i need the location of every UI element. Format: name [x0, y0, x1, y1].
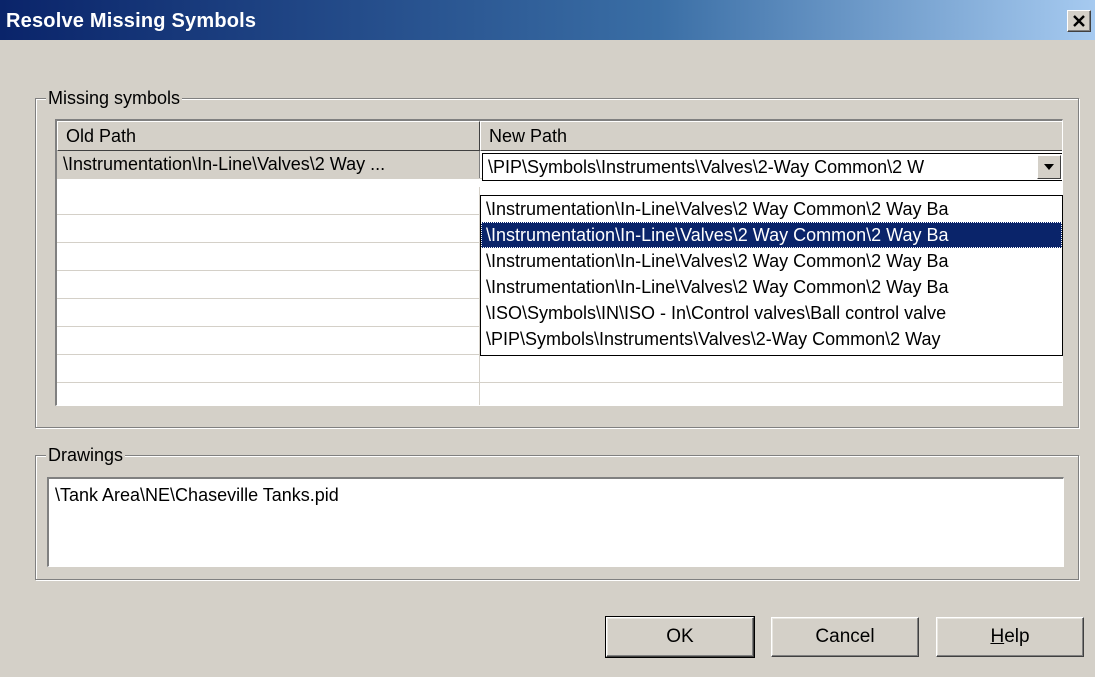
column-header-old-path[interactable]: Old Path: [57, 121, 480, 151]
title-bar: Resolve Missing Symbols: [0, 0, 1095, 40]
chevron-down-icon: [1044, 164, 1054, 170]
new-path-cell[interactable]: [480, 355, 1062, 382]
old-path-cell[interactable]: [57, 215, 480, 242]
dropdown-option[interactable]: \ISO\Symbols\IN\ISO - In\Control valves\…: [481, 300, 1062, 326]
ok-button-label: OK: [666, 626, 694, 647]
new-path-cell[interactable]: [480, 383, 1062, 405]
help-label-rest: elp: [1004, 626, 1030, 647]
dropdown-option[interactable]: \Instrumentation\In-Line\Valves\2 Way Co…: [481, 196, 1062, 222]
help-button[interactable]: Help: [936, 617, 1084, 657]
combobox-dropdown-button[interactable]: [1037, 155, 1061, 179]
cancel-button-label: Cancel: [815, 626, 875, 647]
new-path-combobox[interactable]: \PIP\Symbols\Instruments\Valves\2-Way Co…: [482, 153, 1062, 181]
drawings-list[interactable]: \Tank Area\NE\Chaseville Tanks.pid: [47, 477, 1064, 567]
dropdown-option[interactable]: \PIP\Symbols\Instruments\Valves\2-Way Co…: [481, 326, 1062, 352]
old-path-cell[interactable]: [57, 187, 480, 214]
old-path-cell[interactable]: [57, 355, 480, 382]
new-path-combobox-value: \PIP\Symbols\Instruments\Valves\2-Way Co…: [488, 157, 925, 177]
grid-header: Old Path New Path: [57, 121, 1062, 151]
old-path-cell[interactable]: [57, 327, 480, 354]
old-path-cell[interactable]: [57, 243, 480, 270]
drawings-label: Drawings: [46, 444, 126, 466]
old-path-cell[interactable]: \Instrumentation\In-Line\Valves\2 Way ..…: [57, 151, 480, 178]
close-button[interactable]: [1067, 10, 1091, 32]
help-accelerator: H: [990, 626, 1005, 647]
missing-symbols-label: Missing symbols: [46, 87, 183, 109]
dropdown-option[interactable]: \Instrumentation\In-Line\Valves\2 Way Co…: [481, 274, 1062, 300]
list-item[interactable]: \Tank Area\NE\Chaseville Tanks.pid: [55, 485, 339, 506]
help-button-label: Help: [990, 626, 1029, 647]
dropdown-option-highlighted[interactable]: \Instrumentation\In-Line\Valves\2 Way Co…: [481, 222, 1062, 248]
table-row[interactable]: [57, 355, 1062, 383]
old-path-cell[interactable]: [57, 299, 480, 326]
dropdown-option[interactable]: \Instrumentation\In-Line\Valves\2 Way Co…: [481, 248, 1062, 274]
old-path-cell[interactable]: [57, 383, 480, 405]
ok-button[interactable]: OK: [605, 616, 755, 658]
table-row[interactable]: [57, 383, 1062, 405]
window-title: Resolve Missing Symbols: [6, 10, 257, 32]
old-path-cell[interactable]: [57, 271, 480, 298]
column-header-new-path[interactable]: New Path: [480, 121, 1062, 151]
cancel-button[interactable]: Cancel: [771, 617, 919, 657]
close-icon: [1073, 15, 1085, 27]
new-path-dropdown-list[interactable]: \Instrumentation\In-Line\Valves\2 Way Co…: [480, 195, 1063, 356]
